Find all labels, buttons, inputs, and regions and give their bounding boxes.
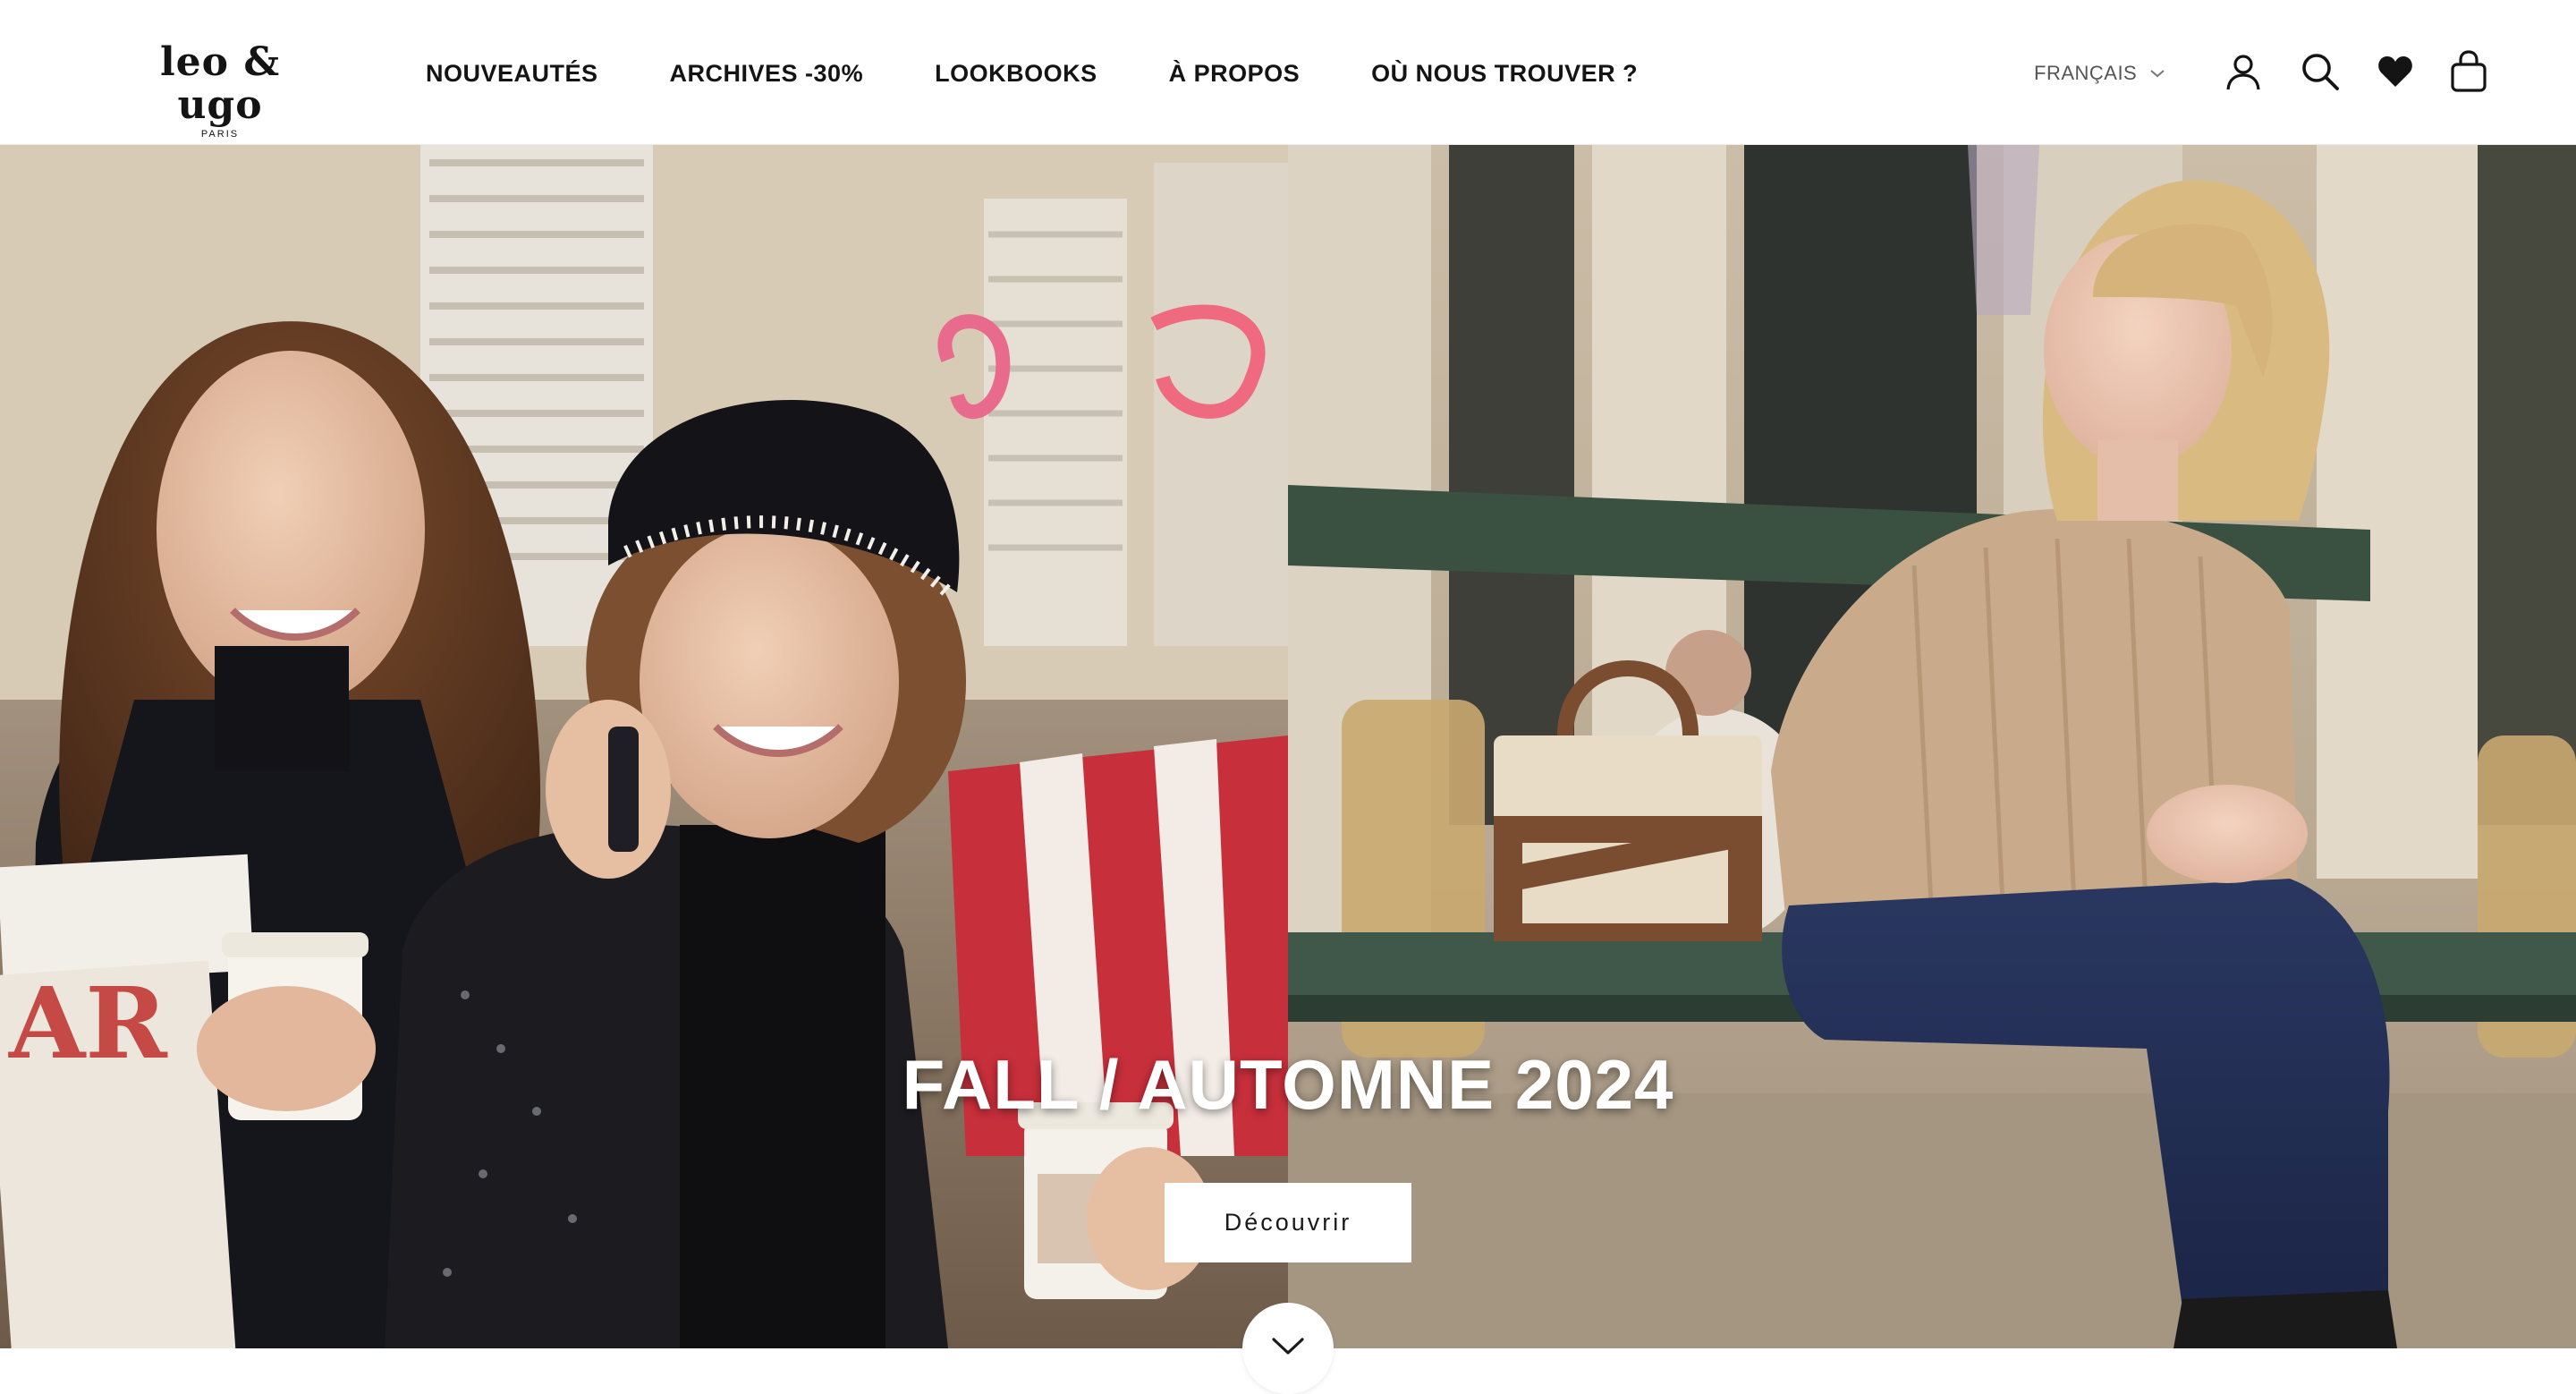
hero-image-left: AR (0, 145, 1288, 1348)
wishlist-heart-icon[interactable] (2374, 50, 2417, 93)
cart-bag-icon[interactable] (2447, 50, 2490, 93)
site-header: leo & ugo PARIS NOUVEAUTÉS ARCHIVES -30%… (0, 0, 2576, 145)
nav-item-lookbooks[interactable]: LOOKBOOKS (935, 60, 1097, 88)
brand-logo[interactable]: leo & ugo PARIS (123, 41, 317, 140)
language-label: FRANÇAIS (2034, 62, 2138, 84)
hero-banner: AR FALL / AUTOMNE 2024 (0, 145, 2576, 1348)
nav-item-ou-nous-trouver[interactable]: OÙ NOUS TROUVER ? (1371, 60, 1638, 88)
search-icon[interactable] (2299, 50, 2342, 93)
hero-title: FALL / AUTOMNE 2024 (902, 1045, 1674, 1124)
brand-name: leo & ugo (159, 39, 281, 128)
scroll-down-button[interactable] (1242, 1303, 1334, 1394)
discover-button[interactable]: Découvrir (1165, 1183, 1411, 1262)
main-nav: NOUVEAUTÉS ARCHIVES -30% LOOKBOOKS À PRO… (426, 54, 1709, 93)
chevron-down-icon (1271, 1336, 1305, 1362)
hero-image-right (1288, 145, 2576, 1348)
nav-item-archives[interactable]: ARCHIVES -30% (670, 60, 864, 88)
nav-item-nouveautes[interactable]: NOUVEAUTÉS (426, 60, 598, 88)
nav-item-a-propos[interactable]: À PROPOS (1169, 60, 1301, 88)
chevron-down-icon (2149, 68, 2165, 79)
brand-tagline: PARIS (200, 129, 240, 140)
language-selector[interactable]: FRANÇAIS (2034, 55, 2165, 91)
account-icon[interactable] (2222, 50, 2265, 93)
